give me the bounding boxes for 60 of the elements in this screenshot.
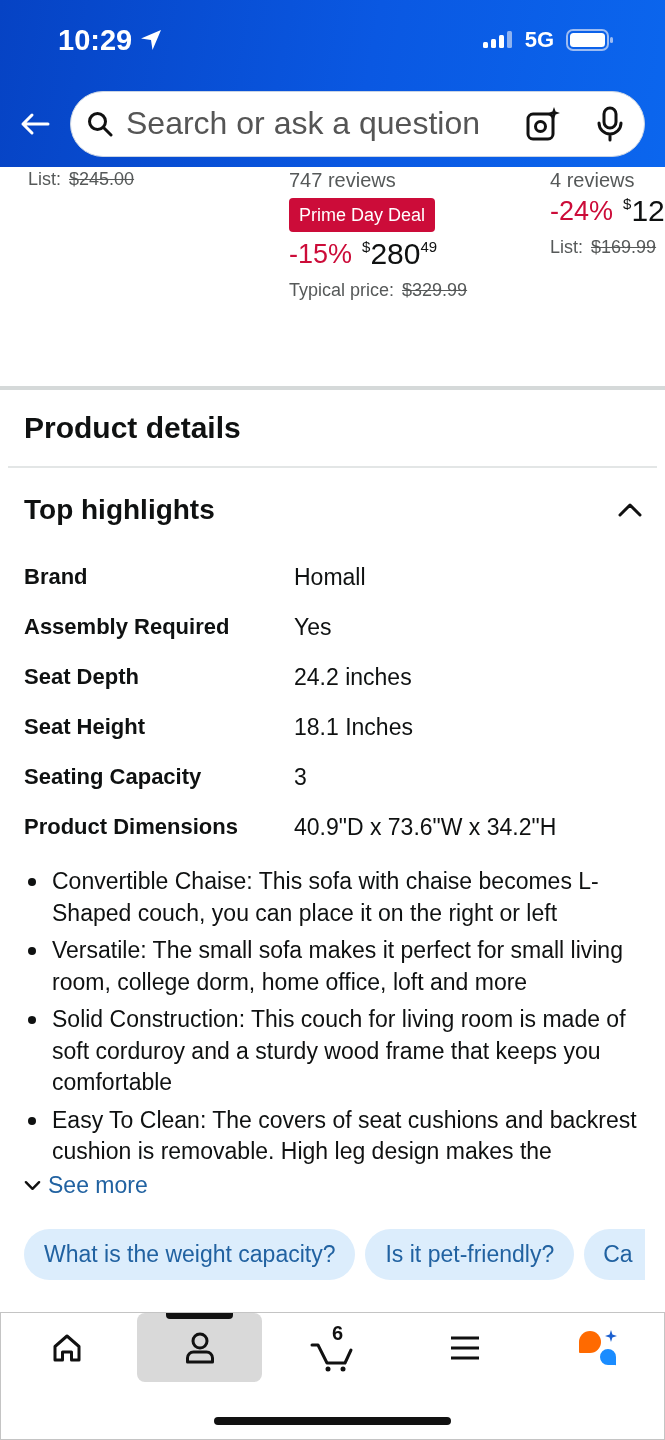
section-title: Product details	[24, 411, 241, 445]
question-chip[interactable]: Ca	[584, 1228, 645, 1280]
location-arrow-icon	[140, 29, 163, 51]
price-text: $12	[623, 196, 665, 226]
home-icon	[52, 1332, 83, 1363]
question-chip[interactable]: Is it pet-friendly?	[365, 1228, 575, 1280]
nav-tab[interactable]	[137, 1313, 263, 1382]
spec-value: Homall	[294, 563, 366, 591]
list-price-label: List:	[28, 168, 61, 190]
list-price-label: List:	[550, 236, 583, 258]
camera-sparkle-icon[interactable]	[526, 106, 560, 141]
spec-label: Seating Capacity	[24, 764, 203, 790]
typical-price-label: Typical price:	[289, 279, 395, 301]
bullet-icon	[28, 878, 36, 886]
cart-count: 6	[331, 1323, 344, 1342]
spec-label: Seat Height	[24, 714, 147, 740]
spec-label: Seat Depth	[24, 664, 140, 690]
list-price: $169.99	[591, 236, 657, 258]
spec-label: Product Dimensions	[24, 814, 239, 840]
spec-value: 40.9"D x 73.6"W x 34.2"H	[294, 813, 557, 841]
deal-badge: Prime Day Deal	[289, 198, 436, 232]
bullet-icon	[28, 1016, 36, 1024]
bullet-text: Solid Construction: This couch for living room is made of soft corduroy and a sturdy wood frame that keeps you comfortable	[52, 1005, 627, 1097]
spec-value: 24.2 inches	[294, 663, 412, 691]
discount-text: -24%	[550, 195, 614, 227]
signal-icon	[482, 30, 513, 50]
spec-value: Yes	[294, 613, 332, 641]
status-time: 10:29	[58, 23, 133, 57]
chevron-down-icon	[24, 1180, 41, 1191]
battery-icon	[566, 29, 614, 51]
question-chip[interactable]: What is the weight capacity?	[24, 1228, 356, 1280]
search-input[interactable]: Search or ask a question	[126, 105, 526, 142]
back-arrow-icon[interactable]	[20, 111, 50, 136]
bullet-icon	[28, 947, 36, 955]
spec-label: Assembly Required	[24, 614, 231, 640]
see-more-link[interactable]: See more	[24, 1169, 148, 1202]
bullet-text: Convertible Chaise: This sofa with chaise becomes L-Shaped couch, you can place it on the right or left	[52, 867, 600, 928]
bullet-text: Versatile: The small sofa makes it perfect for small living room, college dorm, home office, loft and more	[52, 936, 624, 997]
chat-bubbles-icon	[577, 1329, 618, 1366]
spec-value: 18.1 Inches	[294, 713, 413, 741]
search-icon	[87, 110, 113, 137]
menu-icon	[450, 1335, 481, 1360]
spec-label: Brand	[24, 564, 89, 590]
nav-tab[interactable]: 6	[270, 1313, 395, 1382]
search-field[interactable]: Search or ask a question	[70, 90, 645, 157]
review-count: 4 reviews	[550, 168, 635, 192]
cart-icon	[310, 1341, 355, 1372]
spec-value: 3	[294, 763, 307, 791]
subsection-title: Top highlights	[24, 494, 215, 526]
bullet-icon	[28, 1116, 36, 1125]
chevron-up-icon[interactable]	[618, 503, 642, 517]
typical-price: $329.99	[402, 279, 468, 301]
list-price: $245.00	[69, 168, 135, 190]
bullet-text: Easy To Clean: The covers of seat cushions and backrest cushion is removable. High leg design makes the	[52, 1105, 638, 1166]
microphone-icon[interactable]	[596, 105, 624, 142]
discount-text: -15%	[289, 238, 353, 270]
selection-indicator	[166, 1313, 234, 1319]
person-icon	[184, 1331, 215, 1364]
review-count: 747 reviews	[289, 168, 396, 192]
network-label: 5G	[524, 27, 554, 53]
